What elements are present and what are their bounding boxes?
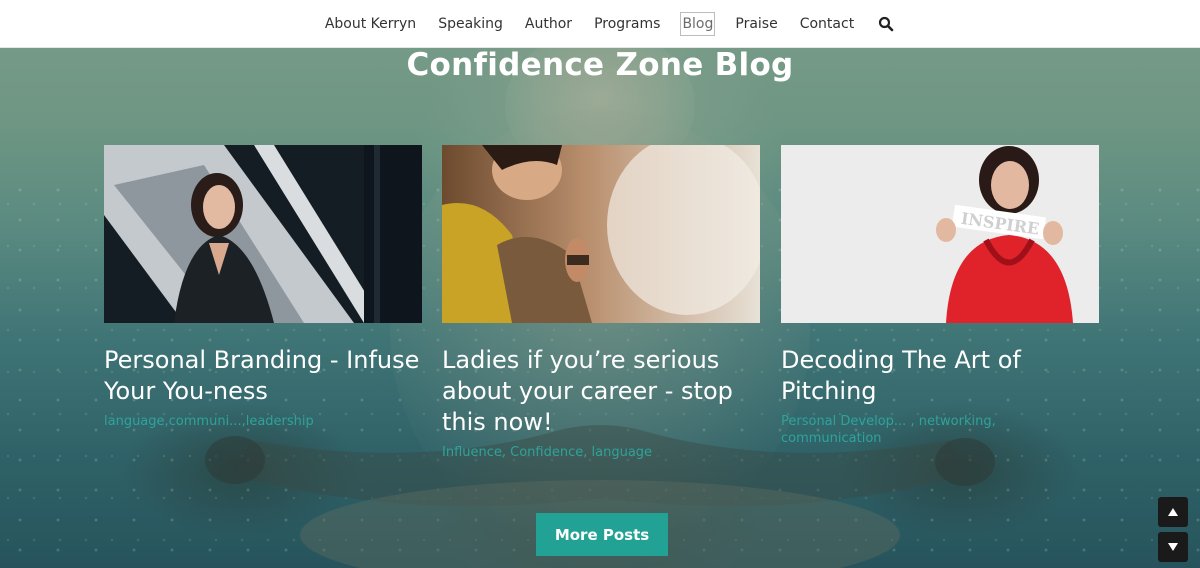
blog-card: Ladies if you’re serious about your care… <box>442 145 760 461</box>
blog-card: Personal Branding - Infuse Your You-ness… <box>104 145 422 430</box>
more-posts-button[interactable]: More Posts <box>536 513 668 556</box>
scroll-up-button[interactable] <box>1158 497 1188 527</box>
nav-item-praise[interactable]: Praise <box>733 12 779 36</box>
top-navbar: About Kerryn Speaking Author Programs Bl… <box>0 0 1200 48</box>
nav-item-blog[interactable]: Blog <box>680 11 716 36</box>
search-icon[interactable] <box>878 16 894 32</box>
post-title[interactable]: Decoding The Art of Pitching <box>781 345 1099 407</box>
post-title[interactable]: Ladies if you’re serious about your care… <box>442 345 760 438</box>
post-tags[interactable]: Influence, Confidence, language <box>442 444 760 461</box>
blog-card: INSPIRE Decoding The Art of Pitching Per… <box>781 145 1099 447</box>
nav-item-author[interactable]: Author <box>523 12 574 36</box>
scroll-down-button[interactable] <box>1158 532 1188 562</box>
nav-menu: About Kerryn Speaking Author Programs Bl… <box>314 11 894 36</box>
triangle-up-icon <box>1168 508 1178 516</box>
post-image-personal-branding[interactable] <box>104 145 422 323</box>
post-image-ladies-career[interactable] <box>442 145 760 323</box>
nav-item-speaking[interactable]: Speaking <box>436 12 505 36</box>
post-image-art-of-pitching[interactable]: INSPIRE <box>781 145 1099 323</box>
section-title: Confidence Zone Blog <box>406 47 794 83</box>
nav-item-about-kerryn[interactable]: About Kerryn <box>323 12 418 36</box>
nav-item-programs[interactable]: Programs <box>592 12 662 36</box>
post-tags[interactable]: Personal Develop... , networking, commun… <box>781 413 1099 447</box>
post-tags[interactable]: language,communi...,leadership <box>104 413 422 430</box>
triangle-down-icon <box>1168 543 1178 551</box>
nav-item-contact[interactable]: Contact <box>798 12 856 36</box>
post-title[interactable]: Personal Branding - Infuse Your You-ness <box>104 345 422 407</box>
